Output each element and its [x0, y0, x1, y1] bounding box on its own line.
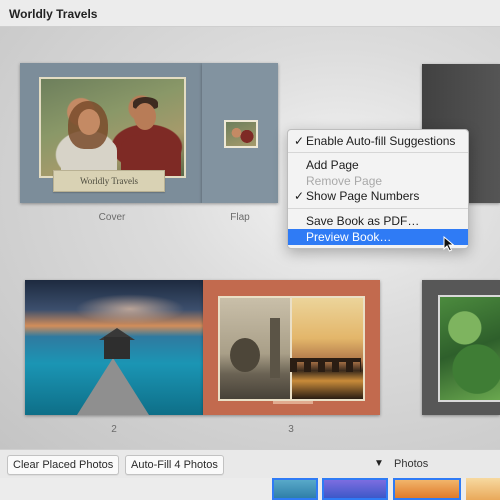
- mouse-pointer-icon: [443, 236, 455, 252]
- menu-item-label: Add Page: [306, 158, 359, 172]
- photos-panel-label[interactable]: Photos: [394, 458, 428, 470]
- photo-browser-strip[interactable]: [0, 478, 500, 500]
- menu-item-show-page-numbers[interactable]: ✓ Show Page Numbers: [288, 188, 468, 204]
- page-3-photo-detail: [290, 358, 361, 372]
- menu-separator: [288, 152, 468, 153]
- menu-item-label: Preview Book…: [306, 230, 392, 244]
- page-3-caption: 3: [288, 424, 294, 435]
- flap-caption: Flap: [230, 212, 250, 223]
- page-2-photo-detail: [104, 337, 130, 359]
- bottom-toolbar: Clear Placed Photos Auto-Fill 4 Photos ▼…: [0, 449, 500, 479]
- menu-item-enable-autofill[interactable]: ✓ Enable Auto-fill Suggestions: [288, 133, 468, 149]
- page-3-photo-right[interactable]: [290, 296, 365, 401]
- clear-placed-photos-button[interactable]: Clear Placed Photos: [7, 455, 120, 475]
- photo-thumbnail[interactable]: [466, 478, 500, 500]
- page-4-thumbnail[interactable]: [422, 280, 500, 415]
- flap-page[interactable]: [202, 63, 278, 203]
- page-3-photo-detail: [270, 318, 280, 378]
- autofill-photos-button[interactable]: Auto-Fill 4 Photos: [125, 455, 224, 475]
- page-3-footer-mark: [273, 401, 313, 404]
- page-2-caption: 2: [111, 424, 117, 435]
- menu-separator: [288, 208, 468, 209]
- photo-thumbnail[interactable]: [393, 478, 461, 500]
- page-3[interactable]: [203, 280, 380, 415]
- menu-item-label: Remove Page: [306, 174, 383, 188]
- checkmark-icon: ✓: [294, 134, 305, 148]
- menu-item-remove-page: Remove Page: [288, 173, 468, 189]
- photo-thumbnail[interactable]: [322, 478, 388, 500]
- context-menu: ✓ Enable Auto-fill Suggestions Add Page …: [287, 129, 469, 249]
- menu-item-save-pdf[interactable]: Save Book as PDF…: [288, 213, 468, 229]
- page-3-photo-left[interactable]: [218, 296, 292, 401]
- cover-photo[interactable]: [39, 77, 186, 178]
- menu-item-preview-book[interactable]: Preview Book…: [288, 229, 468, 245]
- cover-photo-detail: [134, 103, 156, 130]
- checkmark-icon: ✓: [294, 189, 305, 203]
- cover-photo-detail: [78, 109, 100, 135]
- cover-title-label[interactable]: Worldly Travels: [53, 170, 165, 192]
- photo-thumbnail[interactable]: [272, 478, 318, 500]
- menu-item-add-page[interactable]: Add Page: [288, 157, 468, 173]
- cover-page[interactable]: Worldly Travels: [20, 63, 202, 203]
- cover-caption: Cover: [98, 212, 126, 223]
- page-2-photo-detail: [75, 294, 185, 324]
- title-bar: Worldly Travels: [0, 0, 500, 27]
- menu-item-label: Show Page Numbers: [306, 189, 420, 203]
- page-3-photo-detail: [230, 338, 260, 372]
- menu-item-label: Save Book as PDF…: [306, 214, 420, 228]
- window-title: Worldly Travels: [9, 7, 98, 21]
- page-2-photo-detail: [77, 358, 149, 415]
- page-2[interactable]: [25, 280, 203, 415]
- menu-item-label: Enable Auto-fill Suggestions: [306, 134, 456, 148]
- flap-photo[interactable]: [224, 120, 258, 148]
- chevron-down-icon[interactable]: ▼: [374, 458, 384, 469]
- page-4-photo[interactable]: [438, 295, 500, 402]
